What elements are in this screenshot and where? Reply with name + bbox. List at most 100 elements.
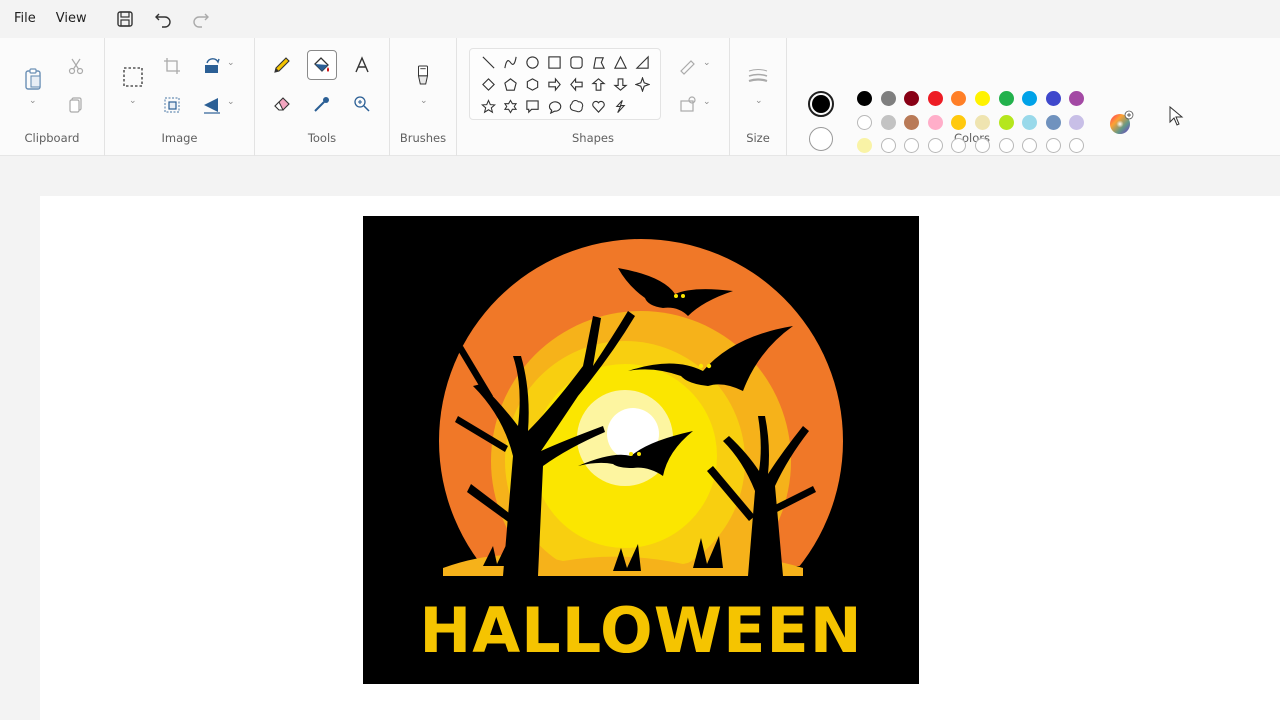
undo-icon	[154, 13, 171, 28]
select-button[interactable]	[117, 61, 149, 93]
save-button[interactable]	[111, 5, 139, 33]
eyedropper-icon	[314, 97, 329, 112]
primary-color-swatch[interactable]	[808, 91, 834, 117]
copy-button[interactable]	[61, 90, 91, 120]
redo-button[interactable]	[187, 5, 215, 33]
palette-swatch[interactable]	[1022, 114, 1038, 130]
size-button[interactable]	[743, 62, 773, 92]
palette-swatch[interactable]	[1069, 114, 1085, 130]
color-wheel-icon	[1110, 110, 1134, 134]
custom-color-slot[interactable]	[975, 138, 990, 153]
flip-button[interactable]	[197, 90, 227, 120]
palette-swatch[interactable]	[1045, 91, 1061, 106]
flip-chevron-icon[interactable]: ⌄	[227, 97, 235, 107]
right-arrow-shape-icon[interactable]	[544, 74, 564, 94]
line-shape-icon[interactable]	[478, 52, 498, 72]
custom-color-slot[interactable]	[927, 138, 943, 153]
rounded-rectangle-shape-icon[interactable]	[566, 52, 586, 72]
pentagon-shape-icon[interactable]	[500, 74, 520, 94]
size-group: ⌄ Size	[730, 38, 787, 156]
tools-label: Tools	[307, 131, 337, 145]
save-icon	[116, 11, 133, 27]
custom-color-slot[interactable]	[880, 138, 896, 153]
heart-shape-icon[interactable]	[588, 96, 608, 116]
shapes-gallery	[469, 48, 661, 120]
rotate-button[interactable]	[197, 51, 227, 81]
undo-button[interactable]	[149, 5, 177, 33]
file-menu[interactable]: File	[0, 0, 50, 38]
five-point-star-shape-icon[interactable]	[478, 96, 498, 116]
cut-button[interactable]	[61, 51, 91, 81]
rotate-chevron-icon[interactable]: ⌄	[227, 58, 235, 68]
rectangular-callout-shape-icon[interactable]	[522, 96, 542, 116]
outline-chevron-icon[interactable]: ⌄	[703, 58, 711, 68]
size-chevron-icon[interactable]: ⌄	[755, 96, 763, 106]
ribbon-toolbar: ⌄ Clipboard ⌄ ⌄ ⌄ Image Tools ⌄ Brushes …	[0, 38, 1280, 156]
edit-colors-button[interactable]	[1108, 110, 1134, 136]
size-label: Size	[746, 131, 770, 145]
eraser-icon	[274, 97, 290, 111]
hexagon-shape-icon[interactable]	[522, 74, 542, 94]
fill-bucket-icon	[314, 57, 329, 72]
brushes-button[interactable]	[408, 60, 438, 90]
paste-chevron-icon[interactable]: ⌄	[29, 96, 37, 106]
palette-swatch[interactable]	[927, 91, 943, 106]
four-point-star-shape-icon[interactable]	[632, 74, 652, 94]
curve-shape-icon[interactable]	[500, 52, 520, 72]
pencil-icon	[274, 57, 290, 73]
polygon-shape-icon[interactable]	[588, 52, 608, 72]
diamond-shape-icon[interactable]	[478, 74, 498, 94]
image-group: ⌄ ⌄ ⌄ Image	[105, 38, 255, 156]
select-chevron-icon[interactable]: ⌄	[129, 96, 137, 106]
palette-swatch[interactable]	[975, 114, 990, 130]
mouse-cursor-icon	[1168, 105, 1186, 127]
shape-fill-chevron-icon[interactable]: ⌄	[703, 97, 711, 107]
palette-swatch[interactable]	[998, 114, 1014, 130]
eraser-button[interactable]	[267, 89, 297, 119]
brushes-label: Brushes	[399, 131, 447, 145]
fill-button[interactable]	[307, 50, 337, 80]
down-arrow-shape-icon[interactable]	[610, 74, 630, 94]
palette-swatch[interactable]	[857, 114, 872, 130]
lightning-shape-icon[interactable]	[610, 96, 630, 116]
custom-color-slot[interactable]	[1045, 138, 1061, 153]
rectangle-shape-icon[interactable]	[544, 52, 564, 72]
brush-icon	[417, 65, 429, 85]
palette-swatch[interactable]	[927, 114, 943, 130]
crop-button[interactable]	[157, 51, 187, 81]
palette-swatch[interactable]	[857, 91, 872, 106]
palette-swatch[interactable]	[1045, 114, 1061, 130]
up-arrow-shape-icon[interactable]	[588, 74, 608, 94]
copy-icon	[69, 97, 82, 113]
color-picker-button[interactable]	[307, 89, 337, 119]
palette-swatch[interactable]	[975, 91, 990, 106]
halloween-artwork: HALLOWEEN	[363, 216, 919, 684]
right-triangle-shape-icon[interactable]	[632, 52, 652, 72]
palette-swatch[interactable]	[998, 91, 1014, 106]
secondary-color-swatch[interactable]	[809, 127, 833, 151]
pencil-button[interactable]	[267, 50, 297, 80]
paste-icon	[25, 68, 41, 90]
palette-swatch[interactable]	[951, 114, 967, 130]
six-point-star-shape-icon[interactable]	[500, 96, 520, 116]
magnifier-button[interactable]	[347, 89, 377, 119]
palette-swatch[interactable]	[904, 114, 920, 130]
outline-button[interactable]	[673, 51, 703, 81]
shapes-label: Shapes	[571, 131, 614, 145]
text-button[interactable]	[347, 50, 377, 80]
palette-swatch[interactable]	[880, 91, 896, 106]
palette-swatch[interactable]	[857, 138, 872, 153]
triangle-shape-icon[interactable]	[610, 52, 630, 72]
paste-button[interactable]	[17, 61, 49, 97]
palette-swatch[interactable]	[880, 114, 896, 130]
oval-shape-icon[interactable]	[522, 52, 542, 72]
cloud-callout-shape-icon[interactable]	[566, 96, 586, 116]
shape-fill-button[interactable]	[673, 90, 703, 120]
brushes-chevron-icon[interactable]: ⌄	[420, 96, 428, 106]
oval-callout-shape-icon[interactable]	[544, 96, 564, 116]
view-menu[interactable]: View	[50, 0, 101, 38]
left-arrow-shape-icon[interactable]	[566, 74, 586, 94]
clipboard-group: ⌄ Clipboard	[0, 38, 105, 156]
resize-button[interactable]	[157, 90, 187, 120]
custom-color-slot[interactable]	[998, 138, 1014, 153]
